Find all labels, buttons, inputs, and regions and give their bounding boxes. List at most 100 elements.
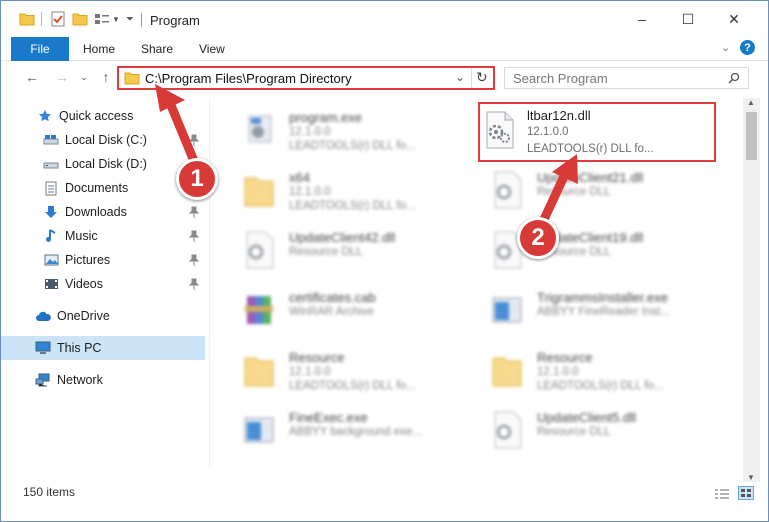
step-2-badge: 2 [517,217,559,259]
sidebar-item-label: Videos [65,277,103,291]
tab-home[interactable]: Home [83,42,115,56]
star-icon [37,108,53,124]
scroll-up-icon[interactable]: ▲ [747,98,755,107]
documents-icon [43,180,59,196]
back-button[interactable]: ← [23,68,41,86]
sidebar-item-network[interactable]: Network [1,368,205,392]
sidebar-item-downloads[interactable]: Downloads [1,200,205,224]
forward-button[interactable]: → [53,68,71,86]
folder-icon [244,357,274,387]
file-name: Resource [289,350,345,365]
file-description: LEADTOOLS(r) DLL fo... [289,140,416,152]
archive-icon [245,296,273,324]
sidebar-item-videos[interactable]: Videos [1,272,205,296]
file-tab[interactable]: File [11,37,69,61]
toolbar-divider [41,12,42,26]
ribbon: File Home Share View ⌄ ? [1,37,768,61]
file-tile[interactable]: TrigrammsInstaller.exe ABBYY FineReader … [471,282,711,338]
file-tile[interactable]: FineExec.exe ABBYY background exe... [223,402,463,458]
close-button[interactable]: ✕ [711,1,757,37]
file-version: 12.1.0.0 [289,186,331,198]
search-box[interactable]: Search Program [504,67,749,89]
view-options-icon[interactable] [94,12,110,26]
file-name: UpdateClient42.dll [289,230,396,245]
sidebar-item-label: This PC [57,341,102,355]
address-path[interactable]: C:\Program Files\Program Directory [145,71,352,86]
customize-toolbar-icon[interactable]: ⏷ [126,14,134,25]
expand-ribbon-icon[interactable]: ⌄ [721,41,730,54]
scroll-down-icon[interactable]: ▼ [747,473,755,482]
sidebar-item-music[interactable]: Music [1,224,205,248]
new-folder-icon[interactable] [72,12,88,26]
address-divider [471,68,472,88]
chevron-down-icon: ⌄ [80,71,88,82]
address-bar[interactable]: C:\Program Files\Program Directory ⌄ ↻ [117,66,495,90]
sidebar-item-this-pc[interactable]: This PC [1,336,205,360]
large-icons-view-icon[interactable] [738,486,754,500]
file-tile[interactable]: certificates.cab WinRAR Archive [223,282,463,338]
sidebar-item-label: Music [65,229,98,243]
sidebar-item-local-disk-c[interactable]: Local Disk (C:) [1,128,205,152]
sidebar-item-onedrive[interactable]: OneDrive [1,304,205,328]
exe-icon [492,297,522,323]
minimize-icon: – [638,11,646,27]
maximize-button[interactable]: ☐ [665,1,711,37]
file-tile[interactable]: Resource 12.1.0.0 LEADTOOLS(r) DLL fo... [223,342,463,398]
folder-icon [244,177,274,207]
scrollbar-thumb[interactable] [746,112,757,160]
drive-icon [43,132,59,148]
address-dropdown-icon[interactable]: ⌄ [455,70,465,84]
file-version: 12.1.0.0 [289,126,331,138]
details-view-icon[interactable] [714,488,730,500]
sidebar-item-label: Network [57,373,103,387]
properties-icon[interactable] [50,11,66,27]
sidebar-item-local-disk-d[interactable]: Local Disk (D:) [1,152,205,176]
minimize-button[interactable]: – [619,1,665,37]
title-divider [141,13,142,27]
pin-icon[interactable] [189,278,199,290]
pin-icon[interactable] [189,254,199,266]
recent-locations-button[interactable]: ⌄ [75,68,93,86]
file-tile[interactable]: x64 12.1.0.0 LEADTOOLS(r) DLL fo... [223,162,463,218]
vertical-scrollbar[interactable]: ▲ ▼ [743,98,760,482]
tab-view[interactable]: View [199,42,225,56]
file-tile[interactable]: UpdateClient19.dll Resource DLL [471,222,711,278]
file-type: WinRAR Archive [289,306,374,318]
sidebar-item-quick-access[interactable]: Quick access [1,104,205,128]
help-icon[interactable]: ? [740,40,755,55]
tab-share[interactable]: Share [141,42,173,56]
folder-icon [492,357,522,387]
sidebar-item-pictures[interactable]: Pictures [1,248,205,272]
sidebar-item-label: Local Disk (D:) [65,157,147,171]
navigation-bar: ← → ⌄ ↑ C:\Program Files\Program Directo… [1,62,768,94]
pin-icon[interactable] [189,230,199,242]
file-tile[interactable]: UpdateClient21.dll Resource DLL [471,162,711,218]
up-button[interactable]: ↑ [97,68,115,86]
file-name: Resource [537,350,593,365]
file-tile[interactable]: UpdateClient5.dll Resource DLL [471,402,711,458]
file-name: UpdateClient5.dll [537,410,637,425]
file-type: Resource DLL [537,186,611,198]
search-input[interactable]: Search Program [513,71,608,86]
file-tile[interactable]: program.exe 12.1.0.0 LEADTOOLS(r) DLL fo… [223,102,463,158]
music-icon [43,228,59,244]
sidebar-item-label: Local Disk (C:) [65,133,147,147]
status-bar: 150 items [1,483,768,503]
file-type: ABBYY background exe... [289,426,422,438]
dropdown-arrow-icon[interactable]: ▼ [112,15,120,24]
file-tile[interactable]: UpdateClient42.dll Resource DLL [223,222,463,278]
file-description: LEADTOOLS(r) DLL fo... [289,200,416,212]
cloud-icon [35,308,51,324]
exe-icon [244,417,274,443]
forward-arrow-icon: → [55,69,69,85]
dll-icon [494,411,522,449]
pin-icon[interactable] [189,134,199,146]
file-type: Resource DLL [537,426,611,438]
highlight-box-file [478,102,716,162]
pin-icon[interactable] [189,206,199,218]
file-name: certificates.cab [289,290,376,305]
exe-icon [248,115,272,143]
refresh-icon[interactable]: ↻ [476,69,488,86]
file-tile[interactable]: Resource 12.1.0.0 LEADTOOLS(r) DLL fo... [471,342,711,398]
sidebar-item-documents[interactable]: Documents [1,176,205,200]
